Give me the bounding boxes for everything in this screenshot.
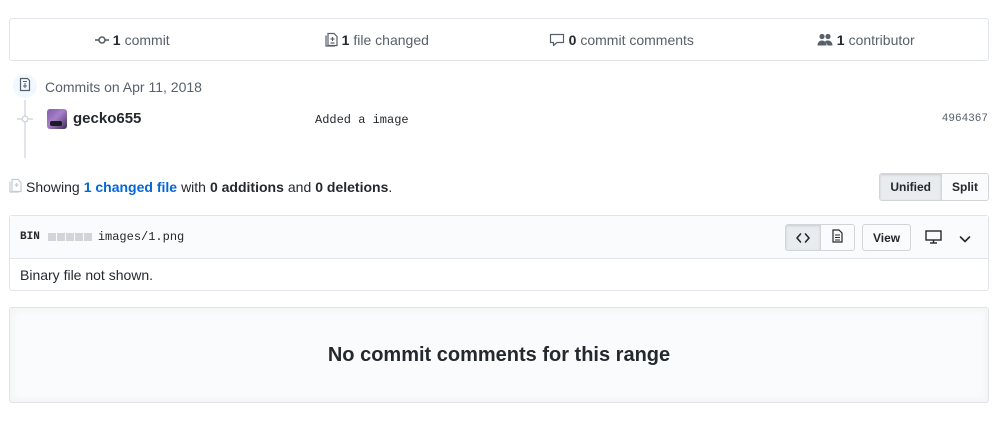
files-summary[interactable]: 1 file changed bbox=[255, 32, 500, 48]
commit-author[interactable]: gecko655 bbox=[73, 110, 141, 127]
commit-message[interactable]: Added a image bbox=[315, 113, 409, 127]
toc-with: with bbox=[181, 179, 206, 195]
rich-view-button[interactable] bbox=[820, 225, 854, 250]
binary-file-message: Binary file not shown. bbox=[20, 266, 154, 283]
render-toggle bbox=[785, 224, 855, 251]
commits-label: commit bbox=[124, 31, 170, 48]
no-comments-blankslate: No commit comments for this range bbox=[9, 307, 989, 403]
commit-date-badge bbox=[11, 72, 39, 100]
people-icon bbox=[817, 33, 833, 46]
diff-toc: Showing 1 changed file with 0 additions … bbox=[9, 178, 392, 196]
blankslate-title: No commit comments for this range bbox=[327, 343, 671, 366]
file-diff-icon bbox=[9, 178, 22, 196]
comment-icon bbox=[549, 33, 565, 47]
split-button[interactable]: Split bbox=[941, 174, 988, 200]
summary-bar: 1 commit 1 file changed 0 commit comment… bbox=[9, 18, 989, 61]
source-view-button[interactable] bbox=[786, 225, 820, 250]
toc-showing: Showing bbox=[26, 179, 80, 195]
code-icon bbox=[796, 230, 810, 246]
comments-count: 0 bbox=[568, 31, 577, 48]
git-commit-icon bbox=[94, 35, 109, 45]
toc-and: and bbox=[287, 179, 312, 195]
chevron-down-icon[interactable] bbox=[959, 231, 971, 247]
file-header: BIN images/1.png View bbox=[10, 216, 988, 259]
commits-count: 1 bbox=[112, 31, 121, 48]
timeline-line bbox=[24, 96, 26, 158]
avatar[interactable] bbox=[47, 109, 67, 129]
diff-view-toggle: Unified Split bbox=[879, 173, 989, 201]
binary-label: BIN bbox=[20, 231, 40, 243]
commit-node-icon bbox=[17, 113, 33, 125]
contributors-summary[interactable]: 1 contributor bbox=[744, 32, 989, 48]
file-icon bbox=[832, 229, 843, 246]
deletions-count: 0 deletions bbox=[315, 179, 389, 195]
unified-button[interactable]: Unified bbox=[880, 174, 941, 200]
contributors-label: contributor bbox=[848, 31, 915, 48]
contributors-count: 1 bbox=[836, 31, 845, 48]
comments-label: commit comments bbox=[580, 31, 694, 48]
toc-period: . bbox=[388, 179, 393, 195]
additions-count: 0 additions bbox=[209, 179, 284, 195]
file-diff: BIN images/1.png View Binary file not sh… bbox=[9, 215, 989, 291]
comments-summary[interactable]: 0 commit comments bbox=[499, 32, 744, 48]
changed-files-link[interactable]: 1 changed file bbox=[84, 179, 177, 195]
commit-sha[interactable]: 4964367 bbox=[942, 113, 988, 125]
file-path[interactable]: images/1.png bbox=[98, 230, 184, 244]
device-desktop-icon[interactable] bbox=[925, 230, 942, 247]
diffstat-blocks bbox=[47, 233, 92, 241]
file-diff-icon bbox=[324, 32, 338, 47]
commit-date-heading: Commits on Apr 11, 2018 bbox=[45, 79, 202, 95]
commits-summary[interactable]: 1 commit bbox=[10, 32, 255, 48]
files-label: file changed bbox=[353, 31, 429, 48]
files-count: 1 bbox=[341, 31, 350, 48]
git-commit-icon bbox=[19, 77, 31, 95]
view-file-button[interactable]: View bbox=[862, 224, 912, 251]
